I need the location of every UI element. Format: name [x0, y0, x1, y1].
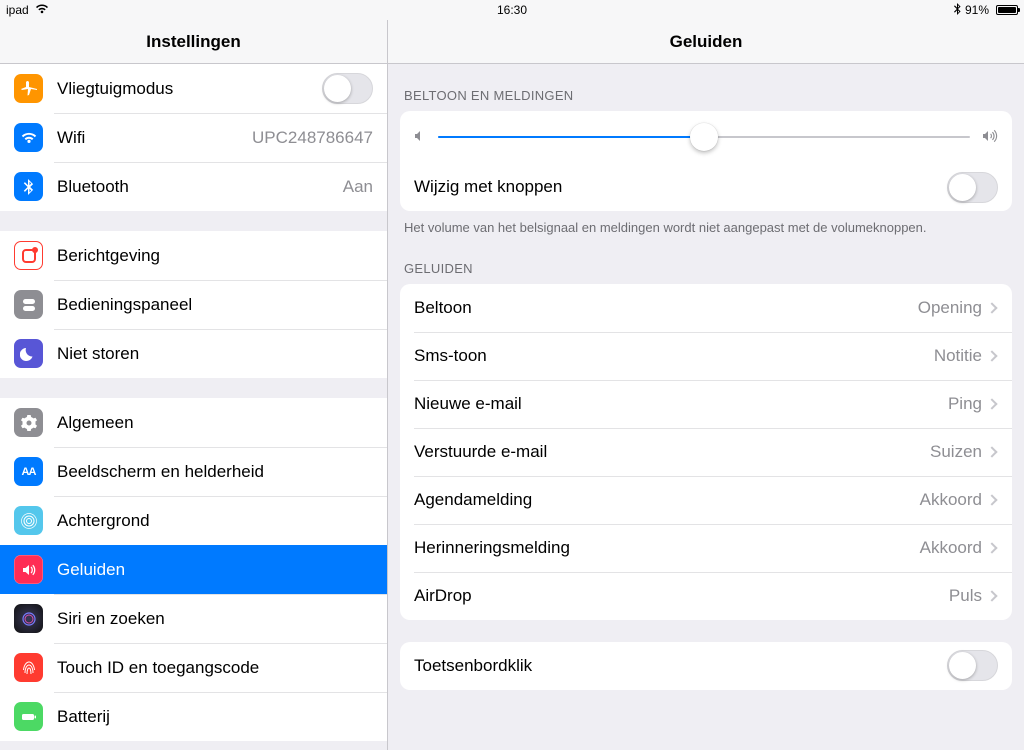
sidebar-item-sounds[interactable]: Geluiden — [0, 545, 387, 594]
slider-fill — [438, 136, 704, 138]
sound-label: Nieuwe e-mail — [414, 394, 948, 414]
sidebar-item-wifi[interactable]: Wifi UPC248786647 — [0, 113, 387, 162]
sidebar-item-label: Wifi — [57, 128, 252, 148]
volume-slider-row — [400, 111, 1012, 163]
battery-icon — [993, 5, 1018, 15]
sound-row-reminder[interactable]: Herinneringsmelding Akkoord — [400, 524, 1012, 572]
sound-value: Akkoord — [920, 490, 982, 510]
clock: 16:30 — [497, 3, 527, 17]
keyboard-click-toggle[interactable] — [947, 650, 998, 681]
airplane-icon — [14, 74, 43, 103]
chevron-right-icon — [986, 350, 997, 361]
sidebar-item-label: Touch ID en toegangscode — [57, 658, 387, 678]
keyboard-click-label: Toetsenbordklik — [414, 656, 947, 676]
slider-thumb[interactable] — [690, 123, 718, 151]
sounds-icon — [14, 555, 43, 584]
change-with-buttons-toggle[interactable] — [947, 172, 998, 203]
siri-icon — [14, 604, 43, 633]
sound-label: Agendamelding — [414, 490, 920, 510]
sound-row-calendar[interactable]: Agendamelding Akkoord — [400, 476, 1012, 524]
sound-label: Beltoon — [414, 298, 918, 318]
sound-row-sentmail[interactable]: Verstuurde e-mail Suizen — [400, 428, 1012, 476]
airplane-toggle[interactable] — [322, 73, 373, 104]
sidebar-item-notifications[interactable]: Berichtgeving — [0, 231, 387, 280]
sidebar-item-label: Algemeen — [57, 413, 387, 433]
sidebar-item-siri[interactable]: Siri en zoeken — [0, 594, 387, 643]
sidebar-item-control-center[interactable]: Bedieningspaneel — [0, 280, 387, 329]
battery-fill — [998, 7, 1016, 13]
battery-settings-icon — [14, 702, 43, 731]
fingerprint-icon — [14, 653, 43, 682]
sound-value: Notitie — [934, 346, 982, 366]
display-icon: AA — [14, 457, 43, 486]
chevron-right-icon — [986, 398, 997, 409]
section-ringtone-header: BELTOON EN MELDINGEN — [388, 64, 1024, 111]
moon-icon — [14, 339, 43, 368]
control-center-icon — [14, 290, 43, 319]
chevron-right-icon — [986, 446, 997, 457]
wifi-value: UPC248786647 — [252, 128, 373, 148]
sidebar-item-label: Vliegtuigmodus — [57, 79, 322, 99]
sidebar-item-label: Batterij — [57, 707, 387, 727]
sidebar-item-battery[interactable]: Batterij — [0, 692, 387, 741]
sidebar-item-label: Berichtgeving — [57, 246, 387, 266]
bluetooth-settings-icon — [14, 172, 43, 201]
sidebar-title: Instellingen — [0, 20, 387, 64]
sound-row-text[interactable]: Sms-toon Notitie — [400, 332, 1012, 380]
sidebar-item-display[interactable]: AA Beeldscherm en helderheid — [0, 447, 387, 496]
sound-row-airdrop[interactable]: AirDrop Puls — [400, 572, 1012, 620]
change-with-buttons-label: Wijzig met knoppen — [414, 177, 947, 197]
volume-low-icon — [414, 130, 426, 145]
gear-icon — [14, 408, 43, 437]
wifi-icon — [35, 3, 49, 17]
sidebar-item-label: Bedieningspaneel — [57, 295, 387, 315]
sound-row-ringtone[interactable]: Beltoon Opening — [400, 284, 1012, 332]
sound-value: Opening — [918, 298, 982, 318]
detail-title: Geluiden — [388, 20, 1024, 64]
chevron-right-icon — [986, 590, 997, 601]
device-name: ipad — [6, 3, 29, 17]
volume-slider[interactable] — [438, 123, 970, 151]
detail-pane: Geluiden BELTOON EN MELDINGEN — [388, 20, 1024, 750]
sound-label: Herinneringsmelding — [414, 538, 920, 558]
wifi-settings-icon — [14, 123, 43, 152]
wallpaper-icon — [14, 506, 43, 535]
sidebar-item-label: Geluiden — [57, 560, 387, 580]
sidebar-item-label: Bluetooth — [57, 177, 343, 197]
chevron-right-icon — [986, 494, 997, 505]
sidebar-item-touchid[interactable]: Touch ID en toegangscode — [0, 643, 387, 692]
sidebar-item-general[interactable]: Algemeen — [0, 398, 387, 447]
settings-sidebar: Instellingen Vliegtuigmodus Wifi UPC2487… — [0, 20, 388, 750]
buttons-footer: Het volume van het belsignaal en melding… — [388, 211, 1024, 237]
sound-value: Puls — [949, 586, 982, 606]
sound-value: Akkoord — [920, 538, 982, 558]
sidebar-item-wallpaper[interactable]: Achtergrond — [0, 496, 387, 545]
change-with-buttons-row[interactable]: Wijzig met knoppen — [400, 163, 1012, 211]
bluetooth-icon — [954, 3, 961, 18]
sidebar-item-label: Siri en zoeken — [57, 609, 387, 629]
sidebar-item-airplane[interactable]: Vliegtuigmodus — [0, 64, 387, 113]
sidebar-item-dnd[interactable]: Niet storen — [0, 329, 387, 378]
volume-high-icon — [982, 129, 998, 146]
keyboard-click-row[interactable]: Toetsenbordklik — [400, 642, 1012, 690]
notifications-icon — [14, 241, 43, 270]
status-bar: ipad 16:30 91% — [0, 0, 1024, 20]
sound-label: Verstuurde e-mail — [414, 442, 930, 462]
sound-row-newmail[interactable]: Nieuwe e-mail Ping — [400, 380, 1012, 428]
sound-value: Ping — [948, 394, 982, 414]
battery-percent: 91% — [965, 3, 989, 17]
bluetooth-value: Aan — [343, 177, 373, 197]
chevron-right-icon — [986, 542, 997, 553]
sound-label: AirDrop — [414, 586, 949, 606]
sound-label: Sms-toon — [414, 346, 934, 366]
sidebar-item-bluetooth[interactable]: Bluetooth Aan — [0, 162, 387, 211]
sidebar-item-label: Niet storen — [57, 344, 387, 364]
section-sounds-header: GELUIDEN — [388, 237, 1024, 284]
sidebar-item-label: Achtergrond — [57, 511, 387, 531]
sound-value: Suizen — [930, 442, 982, 462]
chevron-right-icon — [986, 302, 997, 313]
sidebar-item-label: Beeldscherm en helderheid — [57, 462, 387, 482]
